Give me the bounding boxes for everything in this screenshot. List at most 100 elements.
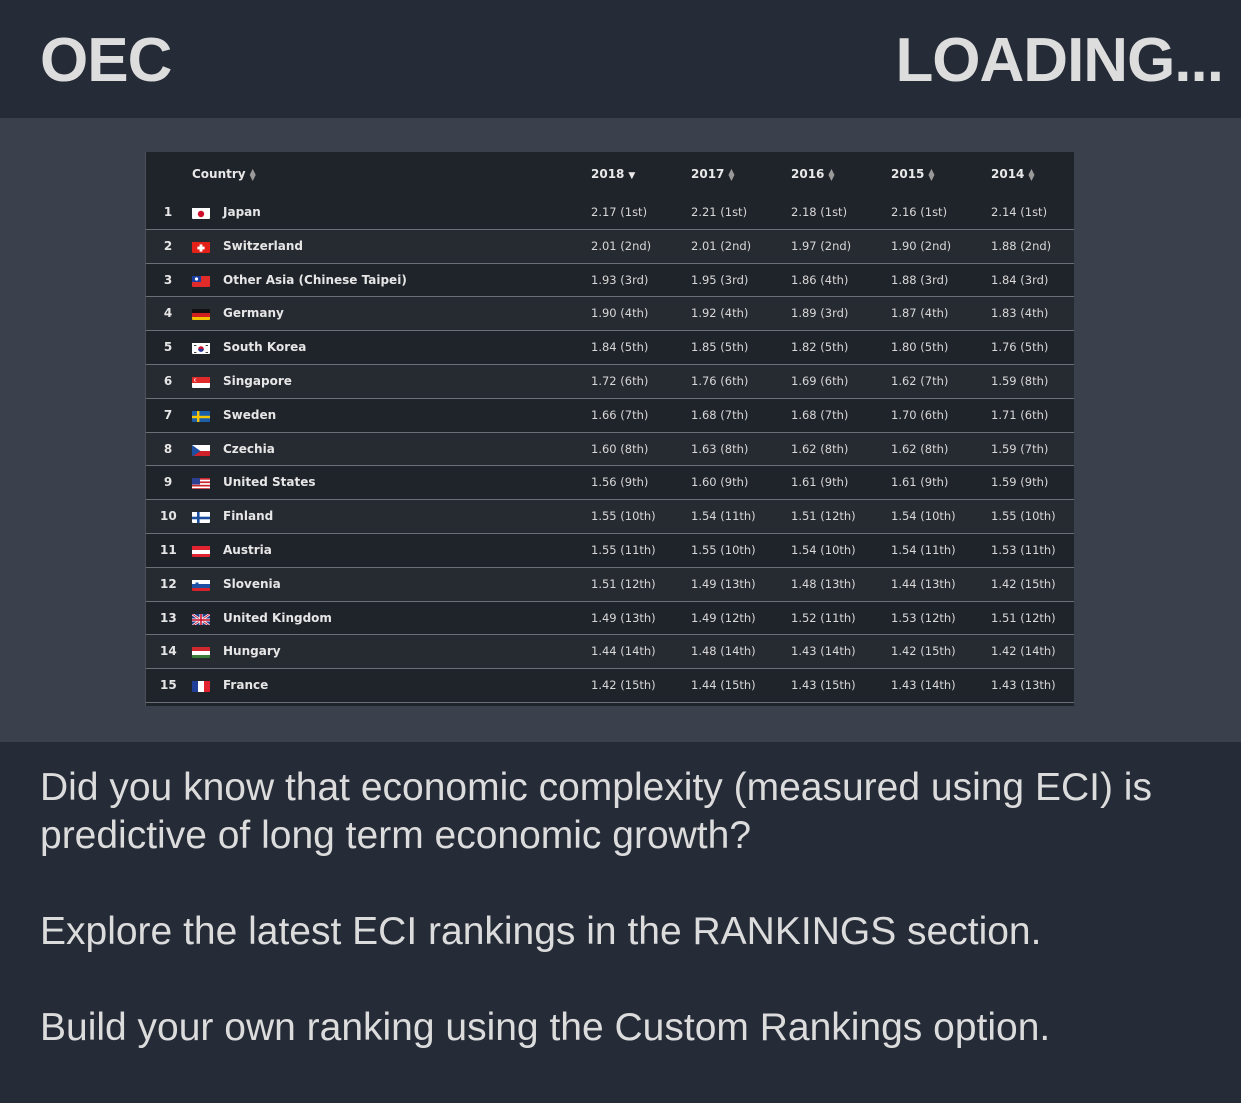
table-row[interactable]: 6 Singapore 1.72 (6th) 1.76 (6th) 1.69 (6th)… (146, 364, 1074, 399)
country-name[interactable]: Sweden (223, 399, 276, 432)
eci-value-2018: 1.49 (13th) (591, 610, 656, 625)
rank-cell: 12 (160, 576, 177, 591)
eci-value-2016: 2.18 (1st) (791, 205, 848, 219)
eci-value-2014: 1.51 (12th) (991, 610, 1056, 625)
japan-flag-icon (192, 207, 210, 219)
eci-value-2017: 1.54 (11th) (691, 509, 756, 524)
country-name[interactable]: Austria (223, 534, 272, 567)
eci-value-2014: 1.71 (6th) (991, 407, 1049, 422)
column-header-2016[interactable]: 2016 ▲ ▼ (791, 167, 835, 181)
country-name[interactable]: United Kingdom (223, 602, 332, 635)
eci-value-2016: 1.51 (12th) (791, 509, 856, 524)
sort-icon: ▲ ▼ (249, 166, 256, 182)
eci-value-2015: 1.87 (4th) (891, 306, 949, 321)
eci-value-2018: 1.93 (3rd) (591, 272, 649, 287)
table-row[interactable]: 8 Czechia 1.60 (8th) 1.63 (8th) 1.62 (8th) 1.… (146, 432, 1074, 467)
table-row[interactable]: 7 Sweden 1.66 (7th) 1.68 (7th) 1.68 (7th) 1.7… (146, 399, 1074, 433)
eci-value-2017: 1.49 (13th) (691, 576, 756, 591)
eci-value-2018: 1.72 (6th) (591, 373, 649, 388)
finland-flag-icon (192, 511, 210, 524)
united-states-flag-icon (192, 477, 210, 490)
column-header-country[interactable]: Country ▲ ▼ (192, 167, 256, 181)
eci-value-2017: 1.55 (10th) (691, 542, 756, 557)
table-row[interactable]: 2 Switzerland 2.01 (2nd) 2.01 (2nd) 1.97 (2n… (146, 229, 1074, 264)
eci-value-2014: 1.76 (5th) (991, 340, 1049, 355)
eci-value-2014: 1.59 (8th) (991, 373, 1049, 388)
header: OEC LOADING... (0, 0, 1241, 118)
eci-value-2016: 1.89 (3rd) (791, 306, 849, 321)
column-header-2015[interactable]: 2015 ▲ ▼ (891, 167, 935, 181)
country-name[interactable]: Czechia (223, 433, 275, 466)
country-name[interactable]: Switzerland (223, 230, 303, 263)
rank-cell: 6 (163, 373, 173, 388)
country-name[interactable]: Slovenia (223, 568, 281, 601)
sort-icon: ▲ ▼ (728, 166, 735, 182)
eci-value-2018: 1.90 (4th) (591, 306, 649, 321)
eci-value-2018: 1.84 (5th) (591, 340, 649, 355)
country-name[interactable]: France (223, 669, 268, 702)
column-header-2018[interactable]: 2018 ▼ (591, 167, 635, 181)
country-name[interactable]: South Korea (223, 331, 306, 364)
czechia-flag-icon (192, 444, 210, 456)
table-row[interactable]: 3 Other Asia (Chinese Taipei) 1.93 (3rd) 1.… (146, 264, 1074, 298)
eci-value-2018: 1.42 (15th) (591, 678, 656, 693)
eci-value-2014: 1.53 (11th) (991, 542, 1056, 557)
country-name[interactable]: Japan (223, 196, 261, 229)
country-name[interactable]: Other Asia (Chinese Taipei) (223, 264, 407, 297)
country-name[interactable]: Finland (223, 500, 273, 533)
table-row[interactable]: 9 United States 1.56 (9th) 1.60 (9th) 1.61 (… (146, 466, 1074, 501)
eci-value-2014: 1.83 (4th) (991, 306, 1049, 321)
country-name[interactable]: United States (223, 466, 316, 499)
table-row[interactable]: 11 Austria 1.55 (11th) 1.55 (10th) 1.54 (10t… (146, 534, 1074, 568)
eci-value-2017: 2.01 (2nd) (691, 238, 752, 253)
sort-icon: ▲ ▼ (1028, 166, 1035, 182)
table-row[interactable]: 5 South Korea 1.84 (5th) 1.85 (5th) 1.82 (5t… (146, 331, 1074, 365)
table-header: Country ▲ ▼ 2018 ▼ 2017 ▲ ▼ 2016 ▲ ▼ 2015 ▲ ▼ 201… (146, 152, 1074, 196)
oec-logo[interactable]: OEC (40, 28, 172, 94)
column-header-2017[interactable]: 2017 ▲ ▼ (691, 167, 735, 181)
eci-value-2014: 2.14 (1st) (991, 205, 1048, 219)
eci-value-2017: 1.60 (9th) (691, 475, 749, 490)
rank-cell: 8 (163, 441, 173, 456)
eci-value-2015: 1.43 (14th) (891, 678, 956, 693)
eci-value-2018: 1.55 (11th) (591, 542, 656, 557)
table-row[interactable]: 4 Germany 1.90 (4th) 1.92 (4th) 1.89 (3rd) 1.… (146, 297, 1074, 332)
table-row[interactable]: 10 Finland 1.55 (10th) 1.54 (11th) 1.51 (12t… (146, 500, 1074, 534)
eci-value-2014: 1.59 (9th) (991, 475, 1049, 490)
eci-value-2018: 1.55 (10th) (591, 509, 656, 524)
table-body: 1 Japan 2.17 (1st) 2.21 (1st) 2.18 (1st) 2.16… (146, 196, 1074, 703)
eci-value-2018: 2.17 (1st) (591, 205, 648, 219)
germany-flag-icon (192, 308, 210, 321)
country-name[interactable]: Singapore (223, 365, 292, 398)
country-name[interactable]: Hungary (223, 635, 281, 668)
eci-value-2014: 1.84 (3rd) (991, 272, 1049, 287)
country-name[interactable]: Germany (223, 297, 284, 330)
eci-value-2014: 1.55 (10th) (991, 509, 1056, 524)
eci-value-2015: 1.44 (13th) (891, 576, 956, 591)
rank-cell: 13 (160, 610, 177, 625)
rank-cell: 5 (163, 340, 173, 355)
table-row[interactable]: 13 United Kingdom 1.49 (13th) 1.49 (12th) 1.… (146, 602, 1074, 636)
eci-value-2017: 1.49 (12th) (691, 610, 756, 625)
eci-value-2015: 1.70 (6th) (891, 407, 949, 422)
eci-rankings-table: Country ▲ ▼ 2018 ▼ 2017 ▲ ▼ 2016 ▲ ▼ 2015 ▲ ▼ 201… (145, 152, 1074, 706)
loading-status: LOADING... (895, 26, 1224, 95)
eci-value-2016: 1.62 (8th) (791, 441, 849, 456)
sort-descending-icon: ▼ (628, 171, 636, 181)
table-row[interactable]: 12 Slovenia 1.51 (12th) 1.49 (13th) 1.48 (13… (146, 567, 1074, 602)
eci-value-2015: 1.54 (10th) (891, 509, 956, 524)
eci-value-2016: 1.97 (2nd) (791, 238, 852, 253)
eci-value-2018: 1.51 (12th) (591, 576, 656, 591)
rank-cell: 1 (163, 205, 173, 219)
eci-value-2015: 2.16 (1st) (891, 205, 948, 219)
eci-value-2015: 1.54 (11th) (891, 542, 956, 557)
table-row[interactable]: 15 France 1.42 (15th) 1.44 (15th) 1.43 (15th… (146, 669, 1074, 703)
sort-icon: ▲ ▼ (828, 166, 835, 182)
eci-value-2015: 1.88 (3rd) (891, 272, 949, 287)
table-row[interactable]: 1 Japan 2.17 (1st) 2.21 (1st) 2.18 (1st) 2.16… (146, 196, 1074, 230)
eci-value-2016: 1.52 (11th) (791, 610, 856, 625)
hungary-flag-icon (192, 646, 210, 659)
rank-cell: 10 (160, 509, 177, 524)
column-header-2014[interactable]: 2014 ▲ ▼ (991, 167, 1035, 181)
table-row[interactable]: 14 Hungary 1.44 (14th) 1.48 (14th) 1.43 (14t… (146, 635, 1074, 670)
